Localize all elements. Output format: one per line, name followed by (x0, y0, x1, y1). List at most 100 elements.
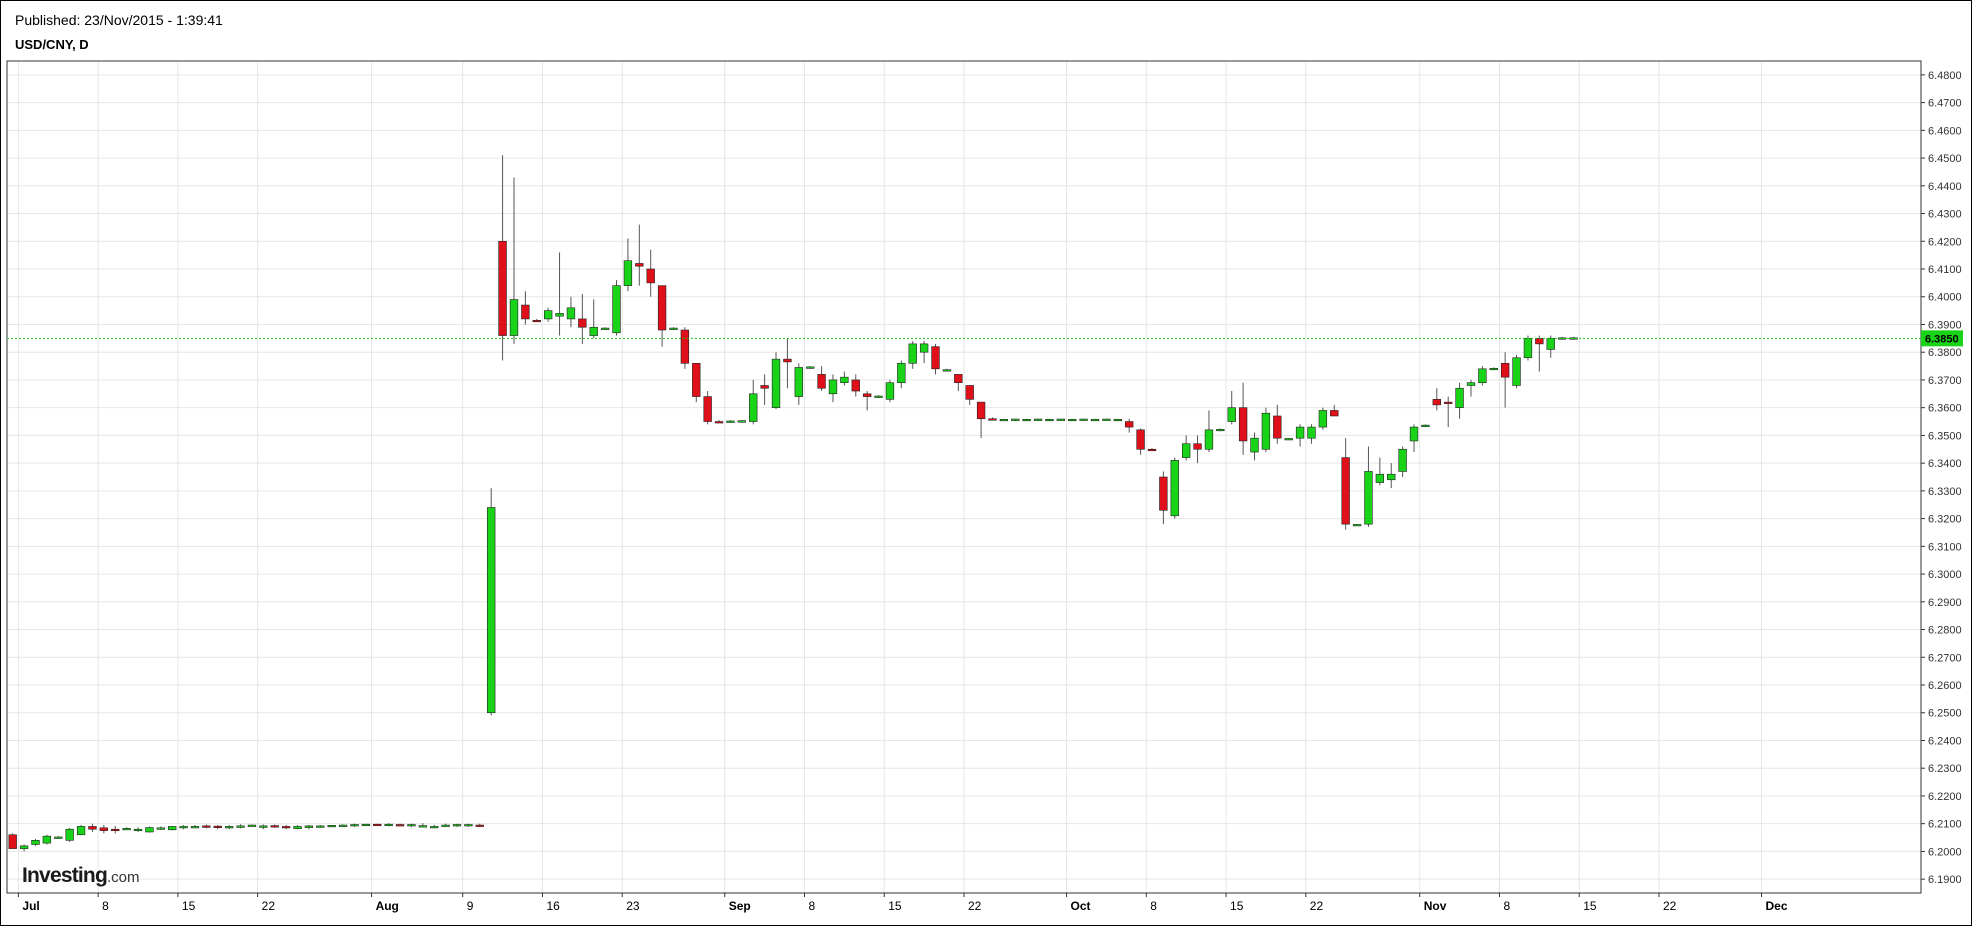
candle[interactable] (726, 420, 735, 423)
candle[interactable] (190, 825, 200, 829)
candle[interactable] (1478, 366, 1487, 386)
candle[interactable] (794, 363, 803, 405)
candle[interactable] (657, 285, 667, 347)
candle[interactable] (509, 177, 519, 344)
candle[interactable] (1045, 418, 1054, 422)
candle[interactable] (692, 362, 701, 403)
candle[interactable] (168, 825, 177, 831)
candle[interactable] (1341, 438, 1350, 530)
candle[interactable] (680, 327, 690, 369)
candle[interactable] (669, 327, 678, 331)
candle[interactable] (1238, 382, 1248, 455)
candle[interactable] (1204, 410, 1214, 453)
candle[interactable] (54, 836, 63, 839)
candle[interactable] (247, 824, 257, 827)
candle[interactable] (122, 827, 131, 831)
candle[interactable] (65, 827, 74, 842)
candle[interactable] (88, 823, 97, 832)
candle[interactable] (1466, 379, 1476, 397)
candle[interactable] (874, 395, 883, 398)
candle[interactable] (1387, 463, 1396, 489)
candle[interactable] (612, 280, 621, 336)
candle[interactable] (646, 249, 655, 297)
candle[interactable] (224, 825, 234, 830)
candle[interactable] (851, 374, 860, 397)
candle[interactable] (430, 824, 439, 829)
candle[interactable] (19, 844, 29, 852)
candle[interactable] (885, 379, 895, 403)
candle[interactable] (806, 366, 815, 369)
candle[interactable] (828, 374, 838, 403)
candle[interactable] (1284, 438, 1293, 441)
candle[interactable] (1307, 424, 1316, 444)
candle[interactable] (931, 343, 940, 375)
candle[interactable] (1455, 382, 1464, 419)
candle[interactable] (760, 374, 769, 405)
candle[interactable] (521, 291, 530, 325)
candle[interactable] (976, 401, 986, 439)
candle[interactable] (1136, 428, 1145, 455)
candle[interactable] (589, 299, 598, 339)
candle[interactable] (1227, 391, 1236, 425)
candle[interactable] (942, 368, 952, 372)
candlestick-chart[interactable]: 6.3850 6.1900 6.2000 6.2100 6.2200 6.2300 6.2… (0, 0, 1972, 926)
candle[interactable] (281, 825, 291, 830)
candle[interactable] (1216, 428, 1225, 432)
candle[interactable] (99, 825, 109, 834)
candle[interactable] (133, 827, 143, 832)
candle[interactable] (487, 488, 496, 716)
candle[interactable] (373, 823, 382, 827)
candle[interactable] (1079, 418, 1088, 421)
candle[interactable] (179, 825, 188, 830)
candle[interactable] (8, 833, 17, 849)
candle[interactable] (1535, 335, 1544, 372)
candle[interactable] (543, 307, 553, 322)
candle[interactable] (1033, 418, 1043, 421)
candle[interactable] (1068, 418, 1077, 422)
candle[interactable] (1102, 418, 1111, 421)
candle[interactable] (908, 341, 917, 369)
candle[interactable] (919, 341, 929, 364)
candle[interactable] (749, 379, 758, 425)
candle[interactable] (965, 385, 974, 405)
candle[interactable] (270, 824, 279, 828)
candle[interactable] (1125, 418, 1134, 433)
candle[interactable] (1364, 446, 1373, 527)
candle[interactable] (623, 238, 633, 292)
candle[interactable] (817, 366, 826, 392)
candle[interactable] (1398, 446, 1407, 477)
candle[interactable] (293, 825, 302, 830)
candle[interactable] (42, 834, 52, 845)
candle[interactable] (1273, 404, 1282, 444)
candle[interactable] (1022, 418, 1031, 422)
candle[interactable] (600, 327, 610, 331)
candle[interactable] (532, 318, 541, 323)
candle[interactable] (1512, 354, 1521, 389)
candle[interactable] (156, 826, 165, 831)
candle[interactable] (714, 420, 724, 424)
candle[interactable] (259, 824, 268, 830)
candle[interactable] (1523, 335, 1533, 361)
candle[interactable] (1444, 396, 1453, 428)
candle[interactable] (635, 224, 644, 286)
candle[interactable] (1011, 418, 1020, 421)
candle[interactable] (771, 352, 781, 410)
candle[interactable] (111, 825, 120, 834)
candle[interactable] (1489, 367, 1498, 371)
candle[interactable] (316, 825, 325, 828)
candle[interactable] (1375, 457, 1385, 486)
candle[interactable] (1193, 435, 1202, 464)
candle[interactable] (1409, 424, 1419, 453)
candle[interactable] (1056, 418, 1066, 421)
candle[interactable] (555, 252, 564, 336)
candle[interactable] (783, 338, 792, 389)
candle[interactable] (566, 296, 576, 328)
candle[interactable] (1261, 407, 1271, 453)
candle[interactable] (1250, 432, 1259, 461)
candle[interactable] (1318, 407, 1328, 430)
candle[interactable] (361, 823, 371, 827)
candle[interactable] (213, 825, 222, 830)
candle[interactable] (897, 360, 906, 389)
candle[interactable] (1090, 418, 1100, 422)
candle[interactable] (304, 825, 314, 830)
